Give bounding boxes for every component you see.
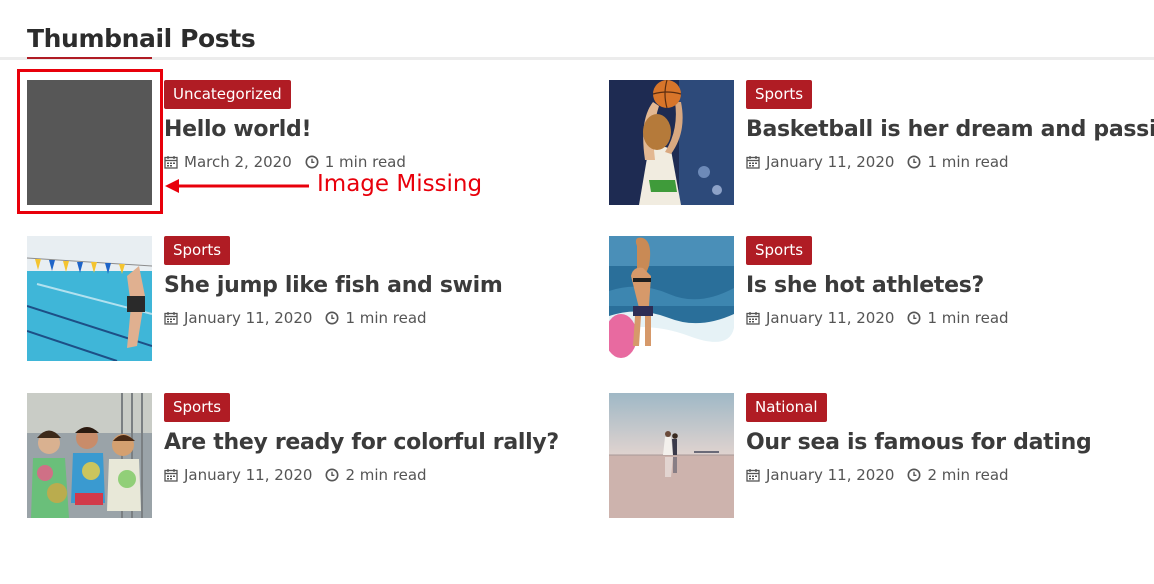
post-thumbnail-swimming-pool[interactable] [27,236,152,361]
category-badge[interactable]: Sports [746,236,813,265]
post-title[interactable]: Hello world! [164,117,312,142]
post-meta: January 11, 2020 2 min read [164,466,427,484]
post-title[interactable]: She jump like fish and swim [164,273,503,298]
post-meta: January 11, 2020 1 min read [746,153,1009,171]
clock-icon [305,155,319,169]
post-date: January 11, 2020 [766,309,895,327]
post-item: Sports Are they ready for colorful rally… [27,393,572,523]
post-read-time: 2 min read [927,466,1009,484]
post-read-time: 1 min read [324,153,406,171]
category-badge[interactable]: Sports [164,393,231,422]
clock-icon [907,311,921,325]
title-divider [0,57,1154,60]
post-meta: January 11, 2020 1 min read [164,309,427,327]
post-read-time: 1 min read [927,309,1009,327]
category-badge[interactable]: Sports [746,80,813,109]
clock-icon [907,155,921,169]
post-read-time: 2 min read [345,466,427,484]
post-date: January 11, 2020 [184,466,313,484]
post-date: January 11, 2020 [766,466,895,484]
post-date: January 11, 2020 [766,153,895,171]
post-date: March 2, 2020 [184,153,292,171]
annotation-arrow-icon [165,179,309,193]
post-date: January 11, 2020 [184,309,313,327]
post-thumbnail-sea-couple[interactable] [609,393,734,518]
post-title[interactable]: Is she hot athletes? [746,273,984,298]
clock-icon [325,311,339,325]
post-item: Sports Is she hot athletes? January 11, … [609,236,1154,366]
calendar-icon [164,312,178,325]
post-item: Sports Basketball is her dream and passi… [609,80,1154,210]
category-badge[interactable]: National [746,393,827,422]
post-title[interactable]: Our sea is famous for dating [746,430,1092,455]
post-read-time: 1 min read [345,309,427,327]
calendar-icon [746,156,760,169]
section-title: Thumbnail Posts [27,24,256,53]
post-meta: January 11, 2020 2 min read [746,466,1009,484]
category-badge[interactable]: Uncategorized [164,80,291,109]
post-thumbnail-color-run[interactable] [27,393,152,518]
annotation-label: Image Missing [317,171,483,197]
post-meta: January 11, 2020 1 min read [746,309,1009,327]
calendar-icon [746,312,760,325]
post-title[interactable]: Are they ready for colorful rally? [164,430,559,455]
category-badge[interactable]: Sports [164,236,231,265]
clock-icon [325,468,339,482]
post-thumbnail-surf[interactable] [609,236,734,361]
post-item: National Our sea is famous for dating Ja… [609,393,1154,523]
post-read-time: 1 min read [927,153,1009,171]
calendar-icon [164,156,178,169]
annotation-highlight-box [17,69,163,214]
clock-icon [907,468,921,482]
post-title[interactable]: Basketball is her dream and passion [746,117,1154,142]
post-meta: March 2, 2020 1 min read [164,153,406,171]
post-item: Sports She jump like fish and swim Janua… [27,236,572,366]
title-accent-line [27,57,152,59]
calendar-icon [746,469,760,482]
post-thumbnail-basketball[interactable] [609,80,734,205]
calendar-icon [164,469,178,482]
